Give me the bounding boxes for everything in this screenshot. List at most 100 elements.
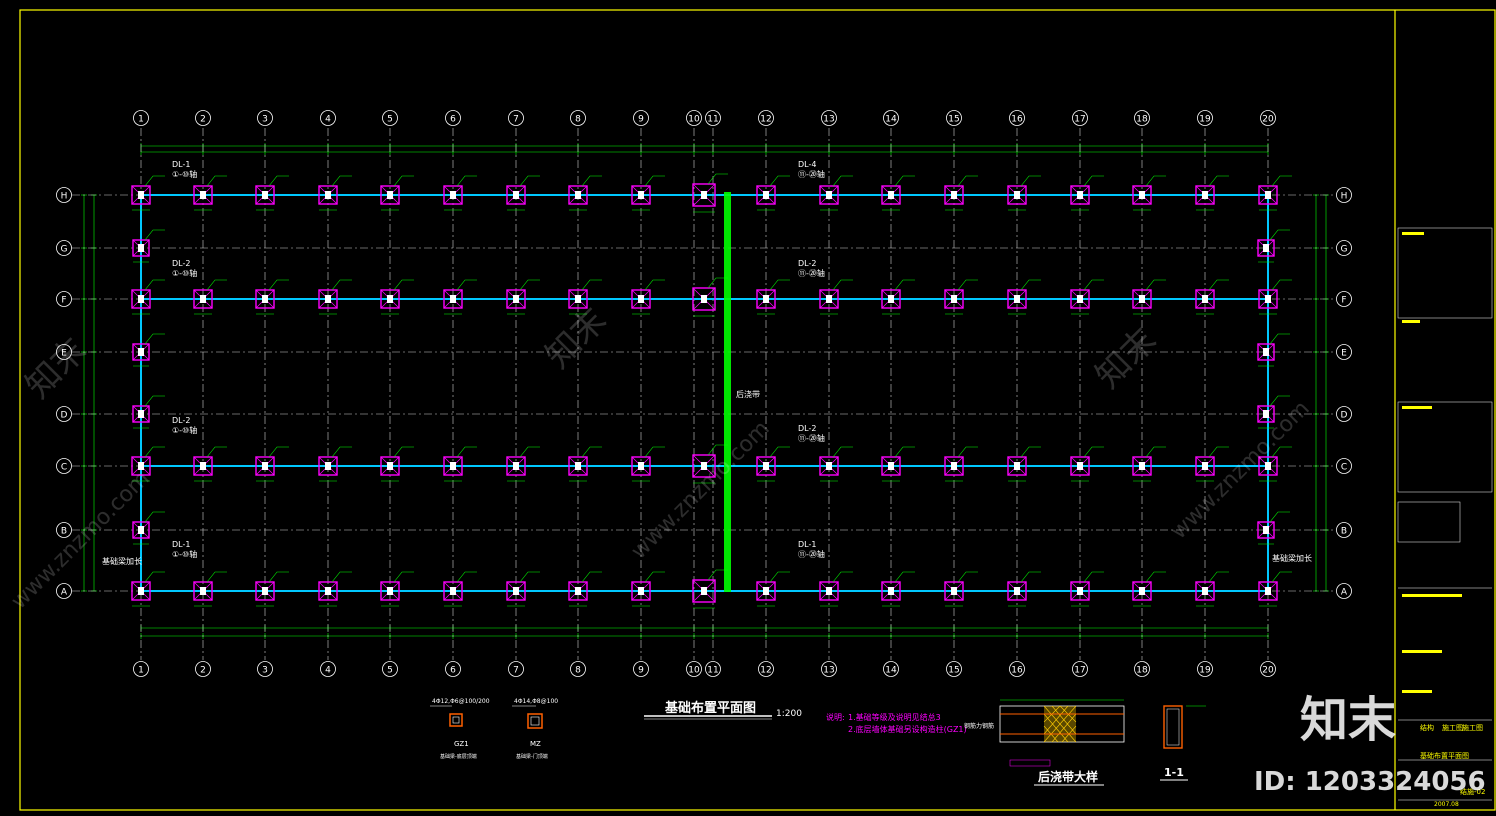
footing (380, 446, 414, 482)
axis-bubble: 18 (1134, 110, 1150, 126)
footing (1257, 511, 1290, 545)
drawing-title: 基础布置平面图 (664, 700, 756, 716)
axis-bubble: 8 (570, 110, 586, 126)
axis-bubble: 17 (1072, 110, 1088, 126)
axis-label: 19 (1199, 115, 1211, 125)
beam-label: DL-1 (172, 160, 190, 169)
axis-bubble: C (1336, 458, 1352, 474)
footing (1070, 175, 1104, 211)
watermark-brand: 知末 (18, 330, 94, 406)
footing (506, 571, 540, 607)
axis-label: A (61, 588, 68, 598)
footing (132, 333, 165, 367)
axis-label: 9 (638, 666, 644, 676)
footing (1132, 571, 1166, 607)
axis-label: 8 (575, 115, 581, 125)
footing (131, 175, 165, 211)
axis-label: D (1341, 411, 1348, 421)
axis-bubble: 15 (946, 661, 962, 677)
beam-label: DL-2 (798, 259, 816, 268)
axis-label: C (1341, 463, 1347, 473)
axis-label: 14 (885, 666, 897, 676)
footing (756, 175, 790, 211)
tb-stage-dup: 施工图 (1462, 723, 1483, 732)
tb-stage: 施工图 (1442, 723, 1463, 732)
axis-label: 7 (513, 115, 519, 125)
detail-sub-label: 钢筋力钢筋 (964, 722, 994, 730)
footing (443, 571, 477, 607)
footing (506, 175, 540, 211)
beam-label: DL-2 (798, 424, 816, 433)
axis-label: 12 (760, 666, 771, 676)
footing (318, 446, 352, 482)
column-note: 基础梁-门顶端 (516, 753, 548, 760)
axis-label: 12 (760, 115, 771, 125)
footing (255, 571, 289, 607)
column-note: 基础梁-底层顶端 (440, 753, 477, 760)
axis-label: H (61, 192, 68, 202)
footing (692, 569, 728, 609)
footing (506, 279, 540, 315)
axis-bubble: D (56, 406, 72, 422)
axis-bubble: 15 (946, 110, 962, 126)
axis-bubble: 5 (382, 110, 398, 126)
brand-watermark: 知末 (1300, 692, 1396, 748)
footing (380, 279, 414, 315)
footing (318, 571, 352, 607)
beam-label: DL-1 (798, 540, 816, 549)
axis-bubble: G (56, 240, 72, 256)
axis-label: 13 (823, 666, 834, 676)
axis-label: 5 (387, 666, 393, 676)
watermark-site: www.znzmo.com (1167, 396, 1315, 544)
footing (1257, 229, 1290, 263)
footing (380, 175, 414, 211)
footing (193, 446, 227, 482)
column-name: MZ (530, 740, 541, 748)
footing (881, 175, 915, 211)
footing (1195, 571, 1229, 607)
axis-bubble: A (1336, 583, 1352, 599)
footing (255, 175, 289, 211)
axis-bubble: B (1336, 522, 1352, 538)
title-block: 结构 施工图 施工图 基础布置平面图 结施-02 2007.08 (1397, 227, 1493, 808)
footing (443, 175, 477, 211)
axis-label: 6 (450, 115, 456, 125)
column-name: GZ1 (454, 740, 469, 748)
detail-title: 后浇带大样 (1038, 769, 1098, 784)
beam-label-sub: ⑪-⑳轴 (798, 268, 825, 278)
footing (380, 571, 414, 607)
footing (1070, 446, 1104, 482)
axis-bubble: 17 (1072, 661, 1088, 677)
footing (568, 175, 602, 211)
axis-label: 4 (325, 666, 331, 676)
footing (944, 279, 978, 315)
beam-label: DL-4 (798, 160, 816, 169)
beam-label: DL-1 (172, 540, 190, 549)
footing (132, 511, 165, 545)
footing (1195, 279, 1229, 315)
axis-bubble: 7 (508, 110, 524, 126)
footing (631, 571, 665, 607)
axis-label: 11 (707, 666, 718, 676)
footing (1258, 175, 1292, 211)
cad-drawing: 后浇带 112233445566778899101011111212131314… (7, 9, 1496, 811)
footing (1132, 279, 1166, 315)
footing (132, 395, 165, 429)
axis-bubble: 5 (382, 661, 398, 677)
beam-label-sub: ⑪-⑳轴 (798, 549, 825, 559)
axis-bubble: 9 (633, 110, 649, 126)
axis-label: 11 (707, 115, 718, 125)
axis-bubble: 12 (758, 661, 774, 677)
footing (1132, 175, 1166, 211)
footing (1007, 175, 1041, 211)
axis-bubble: 1 (133, 110, 149, 126)
axis-bubble: A (56, 583, 72, 599)
axis-bubble: 12 (758, 110, 774, 126)
section-title: 1-1 (1164, 766, 1184, 779)
footing (1132, 446, 1166, 482)
beam-label-sub: ①-⑩轴 (172, 169, 197, 179)
axis-label: G (1341, 245, 1348, 255)
axis-label: 17 (1074, 666, 1085, 676)
axis-label: G (61, 245, 68, 255)
beam-label-sub: ⑪-⑳轴 (798, 169, 825, 179)
